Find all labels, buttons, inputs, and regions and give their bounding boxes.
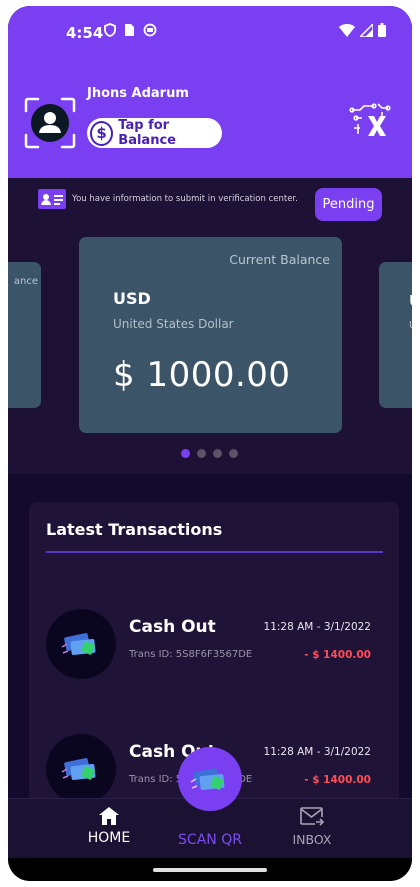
balance-amount: $ 1000.00 <box>113 355 291 395</box>
status-time: 4:54 <box>66 24 104 42</box>
transactions-title: Latest Transactions <box>46 520 223 539</box>
transaction-date: 11:28 AM - 3/1/2022 <box>263 621 371 633</box>
carousel-indicator <box>181 449 238 458</box>
currency-card-usd[interactable]: Current Balance USD United States Dollar… <box>79 237 342 433</box>
next-card-name: U <box>409 320 412 331</box>
cash-out-icon <box>46 609 116 679</box>
transaction-row[interactable]: Cash Out 11:28 AM - 3/1/2022 Trans ID: 5… <box>29 603 399 683</box>
scan-qr-icon <box>190 768 225 791</box>
notification-icons <box>104 23 157 37</box>
system-status-icons <box>339 23 386 37</box>
carousel-dot[interactable] <box>197 449 206 458</box>
phone-screen: 4:54 Jhons Adarum $ Tap for Balance You … <box>8 6 412 881</box>
notice-text: You have information to submit in verifi… <box>72 194 298 204</box>
verification-notice: You have information to submit in verifi… <box>38 189 298 209</box>
carousel-dot[interactable] <box>181 449 190 458</box>
transaction-amount: - $ 1400.00 <box>304 649 371 661</box>
gesture-bar <box>8 858 412 881</box>
nav-home-label: HOME <box>87 830 131 846</box>
inbox-icon <box>300 807 324 826</box>
previous-currency-card[interactable]: ance <box>8 262 41 408</box>
currency-name: United States Dollar <box>113 317 234 331</box>
nav-scan-label: SCAN QR <box>178 832 242 848</box>
nav-home[interactable]: HOME <box>78 807 140 846</box>
previous-card-label: ance <box>13 276 38 287</box>
carousel-dot[interactable] <box>229 449 238 458</box>
app-notification-icon <box>143 23 157 37</box>
tap-for-balance-button[interactable]: $ Tap for Balance <box>87 118 222 148</box>
balance-button-label: Tap for Balance <box>118 118 176 148</box>
sim-card-icon <box>125 24 134 36</box>
next-currency-card[interactable]: U U <box>379 262 412 408</box>
avatar[interactable] <box>24 97 76 149</box>
divider <box>46 551 383 553</box>
nav-scan-qr[interactable]: SCAN QR <box>172 832 248 848</box>
battery-icon <box>378 23 386 37</box>
wifi-icon <box>339 23 355 37</box>
nav-inbox-label: INBOX <box>292 832 332 847</box>
scan-qr-fab[interactable] <box>178 747 242 811</box>
transaction-id: Trans ID: 5S8F6F3567DE <box>129 649 253 660</box>
carousel-dot[interactable] <box>213 449 222 458</box>
cash-out-icon <box>46 734 116 804</box>
signal-icon <box>360 23 373 37</box>
shield-icon <box>104 23 116 37</box>
id-card-icon <box>38 189 66 209</box>
transaction-amount: - $ 1400.00 <box>304 774 371 786</box>
home-indicator[interactable] <box>153 868 267 872</box>
status-bar: 4:54 <box>8 6 412 60</box>
home-icon <box>99 807 119 825</box>
dollar-icon: $ <box>90 120 114 146</box>
app-logo-icon[interactable] <box>348 100 392 140</box>
profile-header: Jhons Adarum $ Tap for Balance <box>8 60 412 178</box>
next-card-code: U <box>409 292 412 310</box>
current-balance-label: Current Balance <box>229 252 330 267</box>
pending-button[interactable]: Pending <box>315 188 382 221</box>
transaction-type: Cash Out <box>129 617 216 637</box>
currency-code: USD <box>113 289 151 308</box>
user-name: Jhons Adarum <box>87 86 189 101</box>
transaction-date: 11:28 AM - 3/1/2022 <box>263 746 371 758</box>
nav-inbox[interactable]: INBOX <box>280 807 344 847</box>
